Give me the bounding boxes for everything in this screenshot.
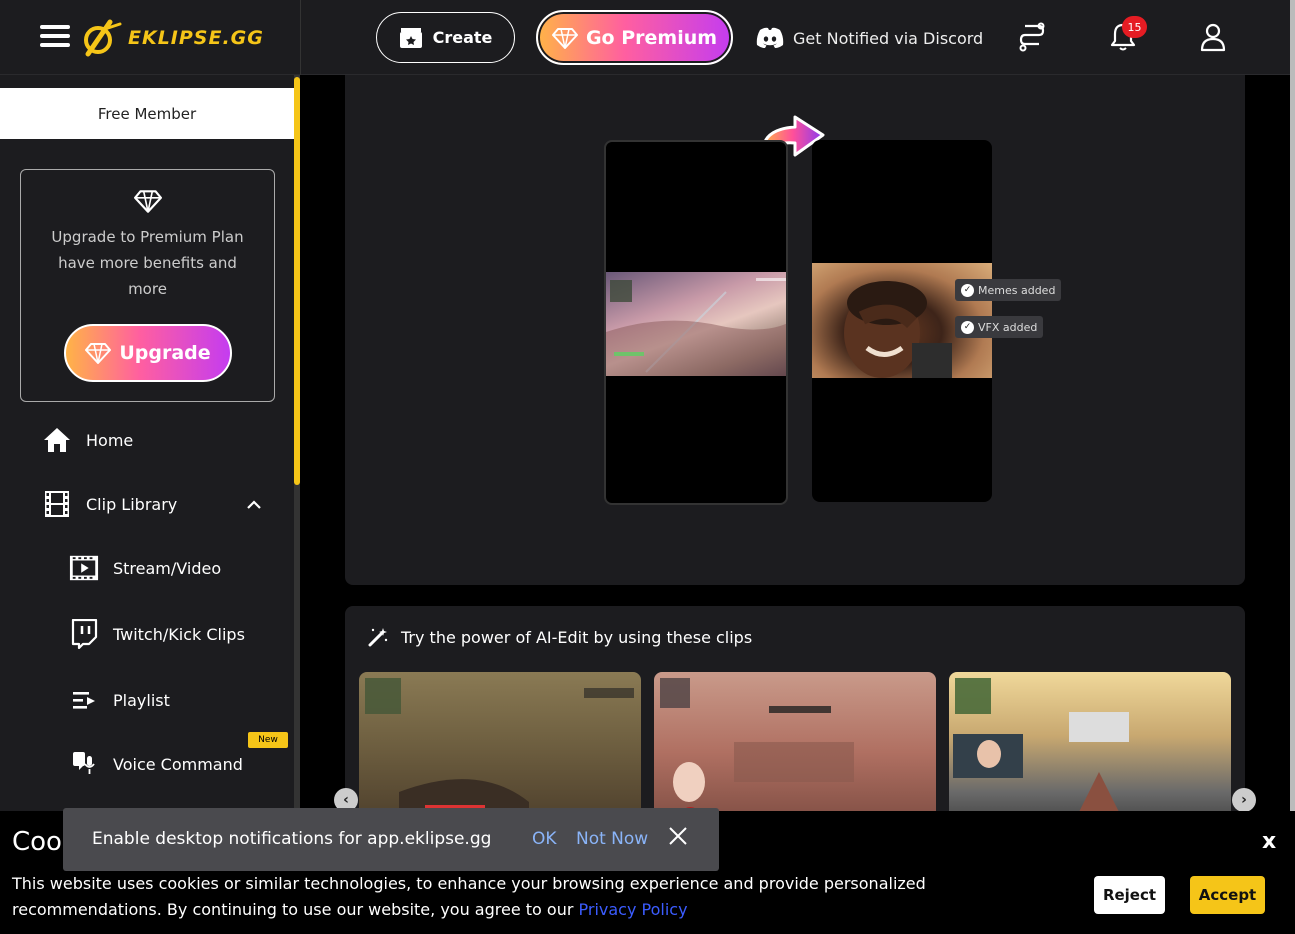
desktop-notification-prompt: Enable desktop notifications for app.ekl… [63,808,719,871]
reject-button[interactable]: Reject [1094,876,1165,914]
notification-not-now-button[interactable]: Not Now [576,829,648,849]
upgrade-card: Upgrade to Premium Plan have more benefi… [20,169,275,402]
clapperboard-icon [399,27,422,48]
topbar-divider [300,0,301,75]
member-status: Free Member [0,88,294,139]
sidebar-item-label: Twitch/Kick Clips [113,624,245,644]
tag-label: VFX added [978,320,1038,334]
sidebar-item-label: Home [86,430,134,450]
create-button[interactable]: Create [376,12,515,63]
sidebar-item-playlist[interactable]: Playlist [69,685,170,715]
user-profile-icon[interactable] [1196,20,1230,54]
brand-logo[interactable]: EKLIPSE.GG [80,18,264,58]
diamond-icon [85,343,112,364]
video-play-icon [69,553,99,583]
vfx-added-tag: ✓ VFX added [955,316,1044,338]
cookie-message: This website uses cookies or similar tec… [12,871,1052,923]
sidebar: Free Member Upgrade to Premium Plan have… [0,75,300,934]
check-circle-icon: ✓ [961,283,974,297]
app-root: EKLIPSE.GG Create Go Premium Get Notifie… [0,0,1295,934]
go-premium-label: Go Premium [585,26,718,49]
sidebar-item-voice-command[interactable]: Voice Command [69,749,243,779]
diamond-icon [21,188,274,214]
notifications-bell-icon[interactable]: 15 [1106,16,1147,54]
home-icon [42,425,72,455]
discord-label: Get Notified via Discord [793,28,984,48]
upgrade-label: Upgrade [119,342,211,364]
check-circle-icon: ✓ [961,320,974,334]
memes-added-tag: ✓ Memes added [955,279,1062,301]
twitch-icon [69,619,99,649]
carousel-next-button[interactable]: › [1232,788,1256,812]
notification-ok-button[interactable]: OK [532,829,557,849]
diamond-icon [551,27,578,49]
playlist-icon [69,685,99,715]
clips-panel-title: Try the power of AI-Edit by using these … [367,626,752,648]
cookie-title: Coo [12,827,62,857]
privacy-policy-link[interactable]: Privacy Policy [579,900,688,919]
sidebar-item-stream-video[interactable]: Stream/Video [69,553,221,583]
sidebar-item-clip-library[interactable]: Clip Library [42,489,262,519]
original-clip-preview [604,140,788,505]
voice-command-icon [69,749,99,779]
upgrade-button[interactable]: Upgrade [64,324,232,382]
new-badge: New [248,732,288,748]
main-content: ✓ Memes added ✓ VFX added Try the power … [301,75,1290,934]
sidebar-scrollbar[interactable] [294,75,300,934]
discord-icon [756,27,784,48]
cookie-text: This website uses cookies or similar tec… [12,874,926,919]
upgrade-description: Upgrade to Premium Plan have more benefi… [51,228,244,298]
brand-name: EKLIPSE.GG [128,27,264,49]
sidebar-item-home[interactable]: Home [42,425,133,455]
sidebar-item-label: Stream/Video [113,558,222,578]
clips-title-text: Try the power of AI-Edit by using these … [401,627,753,647]
discord-notify-link[interactable]: Get Notified via Discord [755,24,983,52]
go-premium-button[interactable]: Go Premium [536,10,733,65]
film-strip-icon [42,489,72,519]
notification-count-badge: 15 [1122,16,1147,38]
ai-edit-preview-panel: ✓ Memes added ✓ VFX added [345,75,1245,585]
hamburger-menu-icon[interactable] [40,25,70,51]
sidebar-item-label: Playlist [113,690,170,710]
route-icon[interactable] [1015,20,1049,54]
notification-prompt-text: Enable desktop notifications for app.ekl… [92,829,492,849]
sidebar-item-label: Voice Command [113,754,243,774]
magic-wand-icon [368,628,388,647]
chevron-up-icon[interactable] [246,495,262,514]
create-label: Create [432,28,493,47]
gameplay-screenshot [606,272,786,376]
sidebar-scrollbar-thumb[interactable] [294,77,300,485]
page-scrollbar[interactable] [1290,0,1295,934]
accept-button[interactable]: Accept [1190,876,1265,914]
sidebar-item-twitch-kick[interactable]: Twitch/Kick Clips [69,619,245,649]
cookie-close-button[interactable]: x [1262,829,1276,854]
top-bar: EKLIPSE.GG Create Go Premium Get Notifie… [0,0,1290,75]
close-icon[interactable] [668,826,688,852]
clip-thumbnail-3[interactable] [949,672,1231,832]
tag-label: Memes added [978,283,1056,297]
sidebar-item-label: Clip Library [86,494,178,514]
eklipse-logo-icon [84,19,122,57]
